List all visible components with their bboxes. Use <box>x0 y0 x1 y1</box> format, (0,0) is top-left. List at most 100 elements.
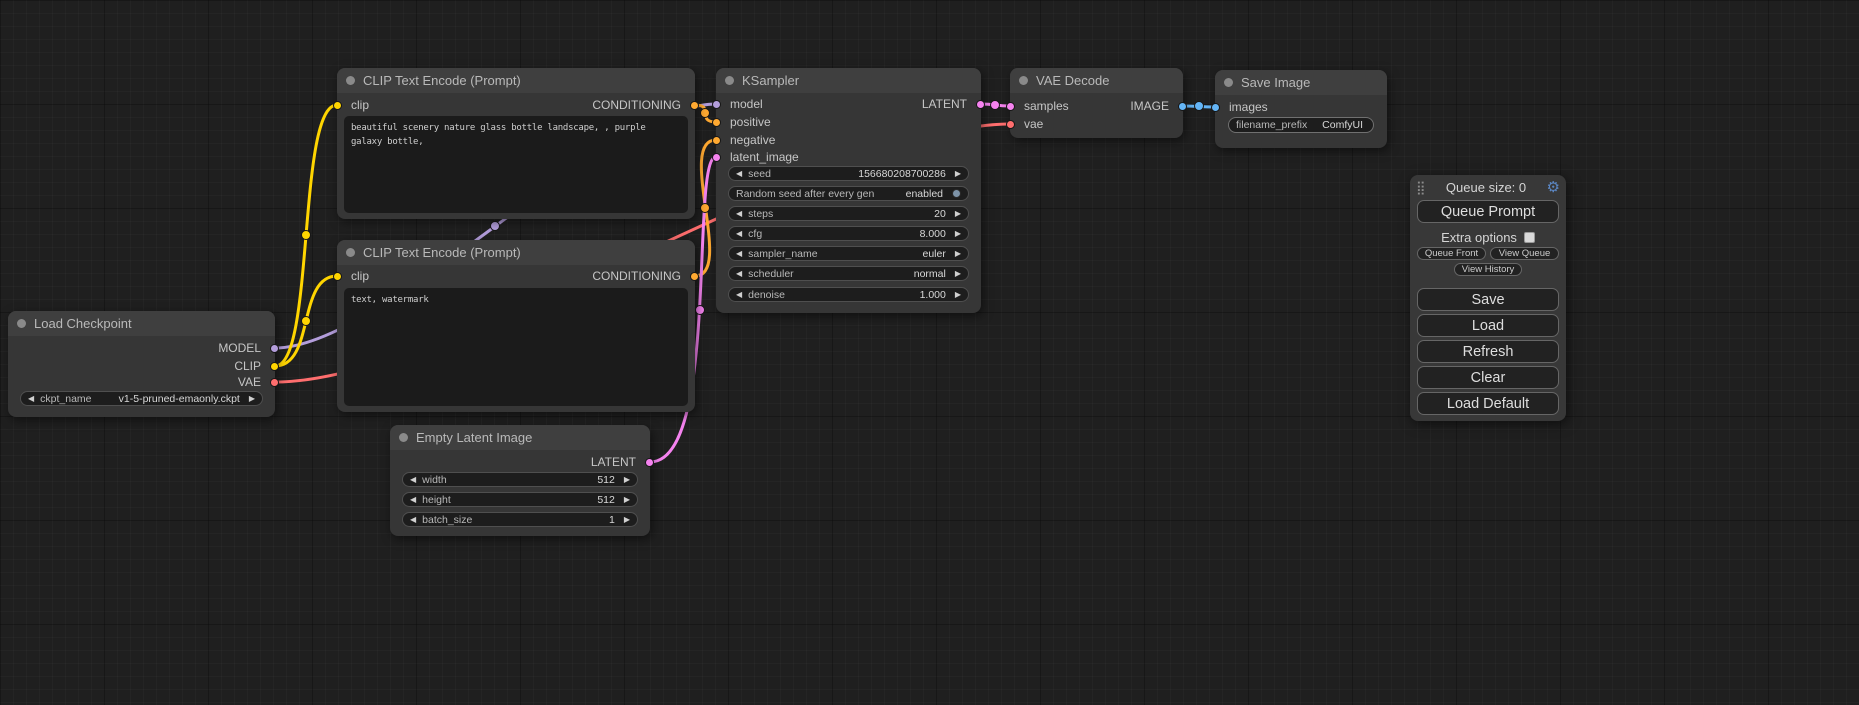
decrement-arrow-icon[interactable]: ◀ <box>736 210 742 218</box>
output-slot-conditioning[interactable]: CONDITIONING <box>592 98 695 112</box>
input-slot-latent-image[interactable]: latent_image <box>716 150 799 164</box>
workflow-canvas[interactable]: Load Checkpoint MODEL CLIP VAE ◀ ckpt_na… <box>0 0 1859 705</box>
widget-seed[interactable]: ◀ seed 156680208700286 ▶ <box>728 166 969 181</box>
collapse-dot-icon[interactable] <box>1019 76 1028 85</box>
widget-filename-prefix[interactable]: filename_prefix ComfyUI <box>1228 117 1374 133</box>
output-slot-vae[interactable]: VAE <box>238 375 275 389</box>
input-slot-positive[interactable]: positive <box>716 115 771 129</box>
decrement-arrow-icon[interactable]: ◀ <box>736 170 742 178</box>
output-slot-model[interactable]: MODEL <box>218 341 275 355</box>
collapse-dot-icon[interactable] <box>346 76 355 85</box>
slot-dot-image[interactable] <box>1211 103 1220 112</box>
slot-dot-model[interactable] <box>712 100 721 109</box>
output-slot-clip[interactable]: CLIP <box>234 359 275 373</box>
load-default-button[interactable]: Load Default <box>1417 392 1559 415</box>
slot-dot-clip[interactable] <box>270 362 279 371</box>
widget-scheduler[interactable]: ◀ scheduler normal ▶ <box>728 266 969 281</box>
increment-arrow-icon[interactable]: ▶ <box>955 250 961 258</box>
decrement-arrow-icon[interactable]: ◀ <box>736 230 742 238</box>
queue-front-button[interactable]: Queue Front <box>1417 247 1486 260</box>
increment-arrow-icon[interactable]: ▶ <box>955 230 961 238</box>
slot-dot-conditioning[interactable] <box>690 272 699 281</box>
increment-arrow-icon[interactable]: ▶ <box>955 170 961 178</box>
slot-dot-conditioning[interactable] <box>712 136 721 145</box>
collapse-dot-icon[interactable] <box>725 76 734 85</box>
slot-dot-clip[interactable] <box>333 272 342 281</box>
decrement-arrow-icon[interactable]: ◀ <box>736 270 742 278</box>
view-queue-button[interactable]: View Queue <box>1490 247 1559 260</box>
node-title-bar[interactable]: Save Image <box>1215 70 1387 95</box>
drag-handle-icon[interactable]: ⣿ <box>1416 181 1426 194</box>
slot-dot-vae[interactable] <box>1006 120 1015 129</box>
input-slot-clip[interactable]: clip <box>337 98 369 112</box>
node-clip-text-encode-positive[interactable]: CLIP Text Encode (Prompt) clip CONDITION… <box>337 68 695 219</box>
prompt-text-input[interactable]: text, watermark <box>344 288 688 406</box>
output-slot-latent[interactable]: LATENT <box>591 455 650 469</box>
node-title-bar[interactable]: CLIP Text Encode (Prompt) <box>337 68 695 93</box>
decrement-arrow-icon[interactable]: ◀ <box>410 496 416 504</box>
slot-dot-latent[interactable] <box>976 100 985 109</box>
increment-arrow-icon[interactable]: ▶ <box>624 496 630 504</box>
input-slot-model[interactable]: model <box>716 97 763 111</box>
node-title-bar[interactable]: CLIP Text Encode (Prompt) <box>337 240 695 265</box>
output-slot-latent[interactable]: LATENT <box>922 97 981 111</box>
slot-dot-conditioning[interactable] <box>712 118 721 127</box>
decrement-arrow-icon[interactable]: ◀ <box>736 291 742 299</box>
node-empty-latent-image[interactable]: Empty Latent Image LATENT ◀ width 512 ▶ … <box>390 425 650 536</box>
slot-dot-latent[interactable] <box>645 458 654 467</box>
node-title-bar[interactable]: Empty Latent Image <box>390 425 650 450</box>
input-slot-negative[interactable]: negative <box>716 133 775 147</box>
increment-arrow-icon[interactable]: ▶ <box>955 210 961 218</box>
slot-dot-latent[interactable] <box>1006 102 1015 111</box>
increment-arrow-icon[interactable]: ▶ <box>955 270 961 278</box>
slot-dot-vae[interactable] <box>270 378 279 387</box>
node-title-bar[interactable]: VAE Decode <box>1010 68 1183 93</box>
queue-prompt-button[interactable]: Queue Prompt <box>1417 200 1559 223</box>
output-slot-image[interactable]: IMAGE <box>1130 99 1183 113</box>
widget-steps[interactable]: ◀ steps 20 ▶ <box>728 206 969 221</box>
output-slot-conditioning[interactable]: CONDITIONING <box>592 269 695 283</box>
widget-batch-size[interactable]: ◀ batch_size 1 ▶ <box>402 512 638 527</box>
node-title-bar[interactable]: Load Checkpoint <box>8 311 275 336</box>
input-slot-images[interactable]: images <box>1215 100 1268 114</box>
input-slot-samples[interactable]: samples <box>1010 99 1069 113</box>
widget-height[interactable]: ◀ height 512 ▶ <box>402 492 638 507</box>
settings-gear-icon[interactable]: ⚙ <box>1547 180 1560 195</box>
increment-arrow-icon[interactable]: ▶ <box>249 395 255 403</box>
decrement-arrow-icon[interactable]: ◀ <box>28 395 34 403</box>
save-button[interactable]: Save <box>1417 288 1559 311</box>
widget-ckpt-name[interactable]: ◀ ckpt_name v1-5-pruned-emaonly.ckpt ▶ <box>20 391 263 406</box>
toggle-dot-icon[interactable] <box>952 189 961 198</box>
collapse-dot-icon[interactable] <box>17 319 26 328</box>
collapse-dot-icon[interactable] <box>346 248 355 257</box>
slot-dot-latent[interactable] <box>712 153 721 162</box>
view-history-button[interactable]: View History <box>1454 263 1522 276</box>
prompt-text-input[interactable]: beautiful scenery nature glass bottle la… <box>344 116 688 213</box>
node-title-bar[interactable]: KSampler <box>716 68 981 93</box>
node-load-checkpoint[interactable]: Load Checkpoint MODEL CLIP VAE ◀ ckpt_na… <box>8 311 275 417</box>
widget-denoise[interactable]: ◀ denoise 1.000 ▶ <box>728 287 969 302</box>
widget-sampler-name[interactable]: ◀ sampler_name euler ▶ <box>728 246 969 261</box>
node-ksampler[interactable]: KSampler model positive negative latent_… <box>716 68 981 313</box>
slot-dot-image[interactable] <box>1178 102 1187 111</box>
slot-dot-clip[interactable] <box>333 101 342 110</box>
increment-arrow-icon[interactable]: ▶ <box>624 476 630 484</box>
widget-width[interactable]: ◀ width 512 ▶ <box>402 472 638 487</box>
node-save-image[interactable]: Save Image images filename_prefix ComfyU… <box>1215 70 1387 148</box>
slot-dot-model[interactable] <box>270 344 279 353</box>
refresh-button[interactable]: Refresh <box>1417 340 1559 363</box>
increment-arrow-icon[interactable]: ▶ <box>624 516 630 524</box>
clear-button[interactable]: Clear <box>1417 366 1559 389</box>
input-slot-clip[interactable]: clip <box>337 269 369 283</box>
increment-arrow-icon[interactable]: ▶ <box>955 291 961 299</box>
slot-dot-conditioning[interactable] <box>690 101 699 110</box>
widget-cfg[interactable]: ◀ cfg 8.000 ▶ <box>728 226 969 241</box>
node-vae-decode[interactable]: VAE Decode samples vae IMAGE <box>1010 68 1183 138</box>
input-slot-vae[interactable]: vae <box>1010 117 1043 131</box>
extra-options-checkbox[interactable] <box>1524 232 1535 243</box>
load-button[interactable]: Load <box>1417 314 1559 337</box>
decrement-arrow-icon[interactable]: ◀ <box>410 516 416 524</box>
collapse-dot-icon[interactable] <box>399 433 408 442</box>
widget-random-seed-toggle[interactable]: Random seed after every gen enabled <box>728 186 969 201</box>
decrement-arrow-icon[interactable]: ◀ <box>736 250 742 258</box>
